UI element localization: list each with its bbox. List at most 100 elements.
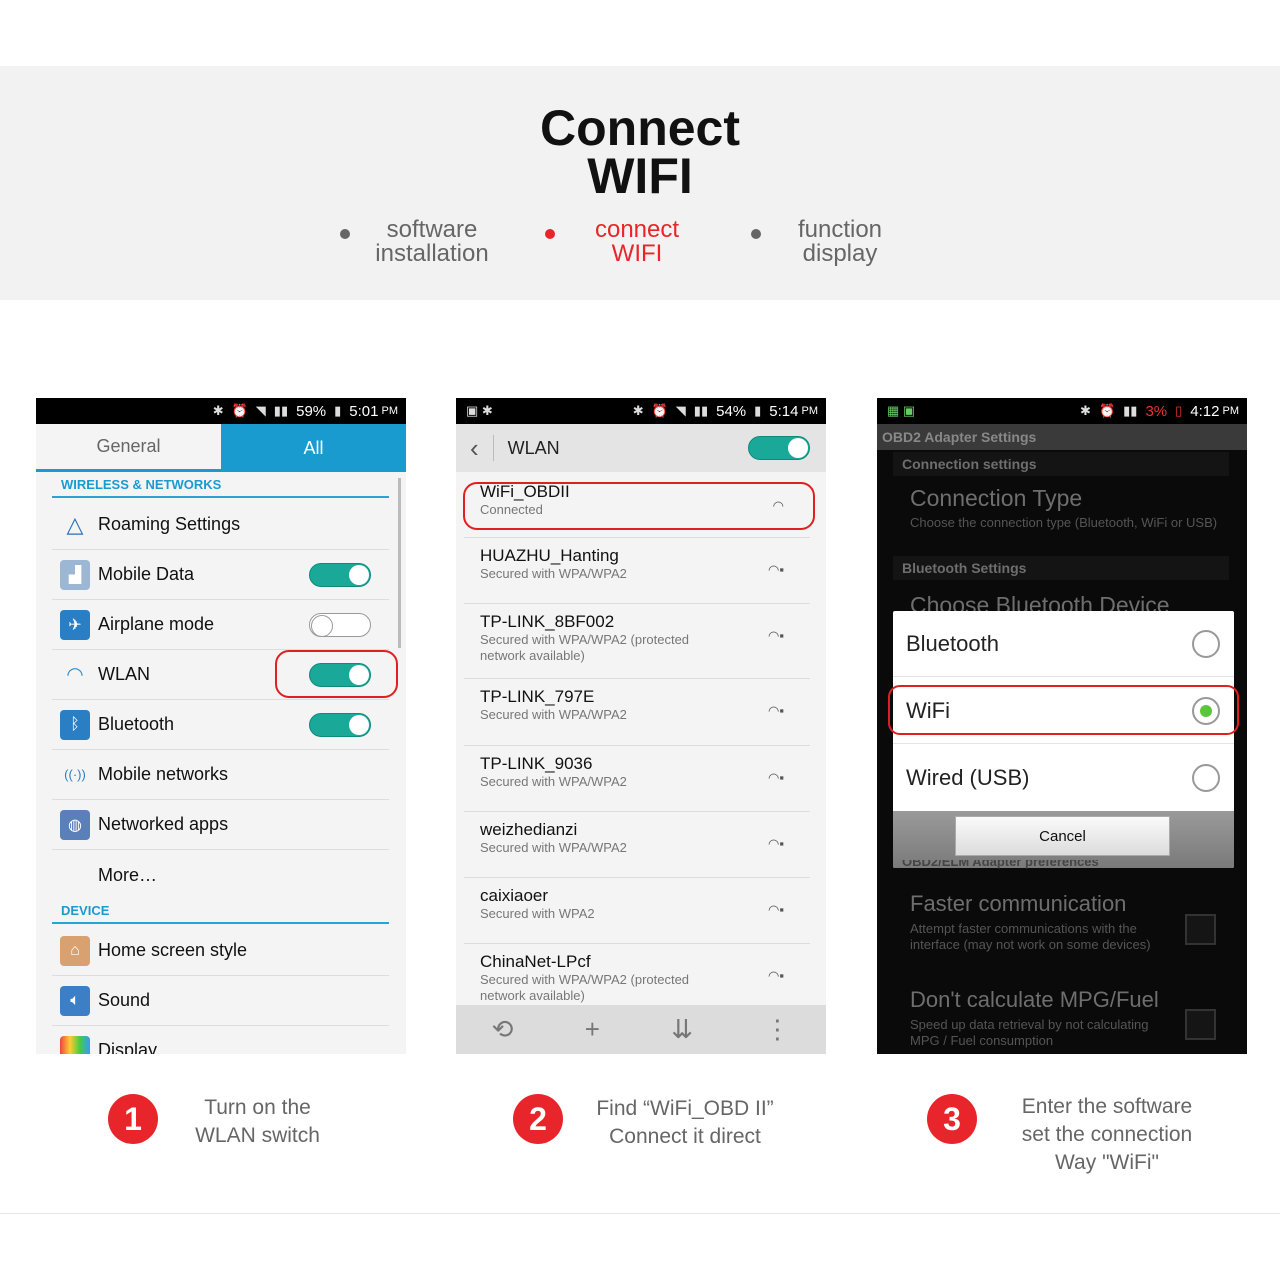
wifi-icon: ◠ xyxy=(66,664,84,686)
scrollbar[interactable] xyxy=(398,478,401,648)
menu-icon[interactable]: ⋮ xyxy=(764,1014,790,1045)
network-item[interactable]: caixiaoer Secured with WPA2 ◠▪ xyxy=(464,880,810,944)
category-bluetooth: Bluetooth Settings xyxy=(893,556,1229,580)
cancel-button[interactable]: Cancel xyxy=(955,816,1170,856)
setting-mobile-data[interactable]: ▟ Mobile Data xyxy=(52,550,389,600)
alarm-icon: ⏰ xyxy=(651,403,668,418)
setting-roaming[interactable]: △ Roaming Settings xyxy=(52,500,389,550)
bottom-bar: ⟲ + ⇊ ⋮ xyxy=(456,1005,826,1054)
obd-settings-screen: ▦ ▣ ✱ ⏰ ▮▮ 3% ▯ 4:12 PM OBD2 Adapter Setting… xyxy=(877,398,1247,1054)
battery-level: 59% xyxy=(296,402,327,420)
option-wired-usb[interactable]: Wired (USB) xyxy=(893,745,1234,811)
network-item[interactable]: TP-LINK_797E Secured with WPA/WPA2 ◠▪ xyxy=(464,681,810,746)
caption-line: Way "WiFi" xyxy=(1055,1151,1159,1174)
page-title: Connect xyxy=(540,100,740,156)
wifi-lock-icon: ◠▪ xyxy=(768,703,784,718)
battery-level: 3% xyxy=(1145,402,1168,420)
category-connection: Connection settings xyxy=(893,452,1229,476)
home-icon: ⌂ xyxy=(60,935,90,966)
caption-line: set the connection xyxy=(1021,1123,1193,1146)
speaker-icon: 🔈︎ xyxy=(60,985,90,1016)
network-status: Secured with WPA/WPA2 xyxy=(480,566,627,581)
bottom-divider xyxy=(0,1213,1280,1214)
tab-all[interactable]: All xyxy=(221,424,406,472)
divider xyxy=(52,922,389,924)
bluetooth-icon: ✱ xyxy=(1080,403,1091,418)
caption-2: Find “WiFi_OBD II” Connect it direct xyxy=(580,1095,790,1151)
section-device: DEVICE xyxy=(61,903,110,918)
setting-label: WLAN xyxy=(98,664,151,684)
alarm-icon: ⏰ xyxy=(231,403,248,418)
wifi-lock-icon: ◠▪ xyxy=(768,968,784,983)
bluetooth-toggle[interactable] xyxy=(309,712,371,737)
network-status: Secured with WPA/WPA2 xyxy=(480,707,627,722)
caption-line: Find “WiFi_OBD II” xyxy=(596,1097,774,1120)
network-item[interactable]: TP-LINK_9036 Secured with WPA/WPA2 ◠▪ xyxy=(464,748,810,812)
divider xyxy=(492,435,494,461)
battery-icon: ▯ xyxy=(1175,403,1183,418)
display-icon xyxy=(60,1035,90,1054)
back-icon[interactable]: ‹ xyxy=(470,433,479,464)
step-line: display xyxy=(802,240,878,267)
setting-home-screen[interactable]: ⌂ Home screen style xyxy=(52,926,389,976)
setting-label: Display xyxy=(98,1040,158,1054)
radio-bluetooth[interactable] xyxy=(1192,629,1220,658)
category-adapter-prefs: OBD2/ELM Adapter preferences xyxy=(902,860,1099,869)
mobile-data-toggle[interactable] xyxy=(309,562,371,587)
setting-mobile-networks[interactable]: ((·)) Mobile networks xyxy=(52,750,389,800)
step-line: connect xyxy=(594,216,680,243)
pref-mpg-title: Don't calculate MPG/Fuel xyxy=(910,987,1159,1012)
pref-faster-title: Faster communication xyxy=(910,891,1127,916)
setting-display[interactable]: Display xyxy=(52,1026,389,1054)
divider xyxy=(52,496,389,498)
mpg-checkbox[interactable] xyxy=(1185,1009,1216,1040)
battery-icon: ▮ xyxy=(334,403,342,418)
tab-general[interactable]: General xyxy=(36,424,221,472)
network-item[interactable]: HUAZHU_Hanting Secured with WPA/WPA2 ◠▪ xyxy=(464,540,810,604)
setting-label: More… xyxy=(98,864,158,885)
option-bluetooth[interactable]: Bluetooth xyxy=(893,611,1234,677)
faster-checkbox[interactable] xyxy=(1185,914,1216,945)
setting-label: Networked apps xyxy=(98,814,229,834)
setting-label: Home screen style xyxy=(98,940,248,960)
step-line: function xyxy=(797,216,883,243)
network-item[interactable]: weizhedianzi Secured with WPA/WPA2 ◠▪ xyxy=(464,814,810,878)
wps-icon[interactable]: ⟲ xyxy=(492,1014,514,1045)
screen-title: OBD2 Adapter Settings xyxy=(877,424,1247,450)
setting-sound[interactable]: 🔈︎ Sound xyxy=(52,976,389,1026)
radio-wired[interactable] xyxy=(1192,764,1220,792)
network-name: TP-LINK_797E xyxy=(480,687,595,706)
wifi-icon: ◥ xyxy=(255,403,266,418)
section-wireless: WIRELESS & NETWORKS xyxy=(61,477,222,492)
globe-icon: ◍ xyxy=(60,809,90,840)
wlan-screen: ▣ ✱ ✱ ⏰ ◥ ▮▮ 54% ▮ 5:14 PM ‹ WLAN WiFi_OBDII C… xyxy=(456,398,826,1054)
bluetooth-icon: ✱ xyxy=(212,403,224,418)
triangle-icon: △ xyxy=(66,511,84,537)
caption-3: Enter the software set the connection Way … xyxy=(997,1093,1217,1177)
setting-airplane[interactable]: ✈ Airplane mode xyxy=(52,600,389,650)
wlan-toggle[interactable] xyxy=(748,436,810,460)
network-item[interactable]: TP-LINK_8BF002 Secured with WPA/WPA2 (pro… xyxy=(464,606,810,679)
setting-bluetooth[interactable]: ᛒ Bluetooth xyxy=(52,700,389,750)
network-name: HUAZHU_Hanting xyxy=(480,546,619,565)
clock: 5:14 xyxy=(769,402,799,420)
scan-icon[interactable]: ⇊ xyxy=(671,1014,693,1045)
battery-level: 54% xyxy=(716,402,747,420)
image-icon: ▣ ✱ xyxy=(466,403,493,418)
setting-networked-apps[interactable]: ◍ Networked apps xyxy=(52,800,389,850)
chart-icon: ▟ xyxy=(60,559,90,590)
signal-icon: ▮▮ xyxy=(273,403,289,418)
clock-ampm: PM xyxy=(801,405,819,417)
add-icon[interactable]: + xyxy=(585,1014,600,1045)
setting-label: Bluetooth xyxy=(98,714,175,734)
setting-label: Sound xyxy=(98,990,151,1010)
setting-label: Mobile networks xyxy=(98,764,229,784)
network-status: Secured with WPA/WPA2 (protected network… xyxy=(480,632,690,663)
setting-label: Mobile Data xyxy=(98,564,195,584)
step-line: installation xyxy=(375,240,489,267)
step-connect-wifi: connect WIFI xyxy=(537,218,737,266)
setting-more[interactable]: More… xyxy=(52,850,389,900)
airplane-toggle[interactable] xyxy=(309,612,371,637)
signal-icon: ▮▮ xyxy=(693,403,709,418)
bluetooth-icon: ✱ xyxy=(632,403,644,418)
